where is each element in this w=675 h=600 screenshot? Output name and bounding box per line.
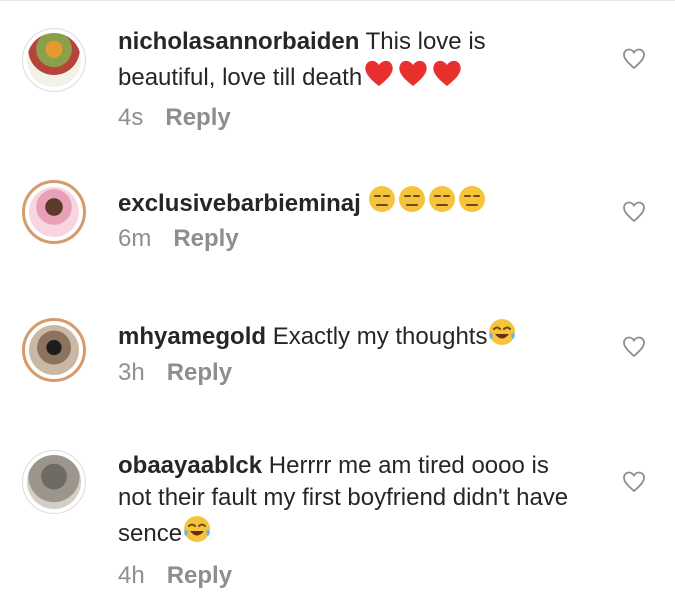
heart-outline-icon[interactable] (622, 200, 646, 224)
comment-timestamp: 4s (118, 104, 144, 131)
comment-body: mhyamegold Exactly my thoughts (118, 317, 588, 356)
avatar[interactable] (22, 450, 86, 514)
comment-body: obaayaablck Herrrr me am tired oooo is n… (118, 450, 588, 553)
red-heart-emoji-icon (396, 58, 430, 97)
reply-button[interactable]: Reply (165, 104, 230, 131)
avatar[interactable] (22, 28, 86, 92)
avatar[interactable] (22, 318, 86, 382)
comment-meta: 4s Reply (118, 104, 231, 132)
unamused-face-emoji-icon (397, 184, 427, 223)
comment-meta: 4h Reply (118, 562, 232, 590)
comment-timestamp: 4h (118, 562, 145, 589)
heart-outline-icon[interactable] (622, 335, 646, 359)
top-divider (0, 0, 675, 1)
heart-outline-icon[interactable] (622, 470, 646, 494)
tears-of-joy-face-emoji-icon (487, 317, 517, 356)
comment-timestamp: 6m (118, 225, 152, 252)
comment-username[interactable]: nicholasannorbaiden (118, 28, 359, 55)
comment-meta: 6m Reply (118, 225, 239, 253)
unamused-face-emoji-icon (367, 184, 397, 223)
red-heart-emoji-icon (362, 58, 396, 97)
comment-username[interactable]: mhyamegold (118, 323, 266, 350)
comment-body: exclusivebarbieminaj (118, 184, 588, 223)
comment-text (361, 190, 368, 217)
red-heart-emoji-icon (430, 58, 464, 97)
comment-username[interactable]: exclusivebarbieminaj (118, 190, 361, 217)
tears-of-joy-face-emoji-icon (182, 514, 212, 553)
comment-timestamp: 3h (118, 359, 145, 386)
comment-username[interactable]: obaayaablck (118, 452, 262, 479)
reply-button[interactable]: Reply (167, 562, 232, 589)
heart-outline-icon[interactable] (622, 47, 646, 71)
unamused-face-emoji-icon (457, 184, 487, 223)
comment-meta: 3h Reply (118, 359, 232, 387)
comment-text: Exactly my thoughts (266, 323, 488, 350)
avatar[interactable] (22, 180, 86, 244)
unamused-face-emoji-icon (427, 184, 457, 223)
comment-body: nicholasannorbaiden This love is beautif… (118, 26, 588, 97)
reply-button[interactable]: Reply (167, 359, 232, 386)
reply-button[interactable]: Reply (173, 225, 238, 252)
